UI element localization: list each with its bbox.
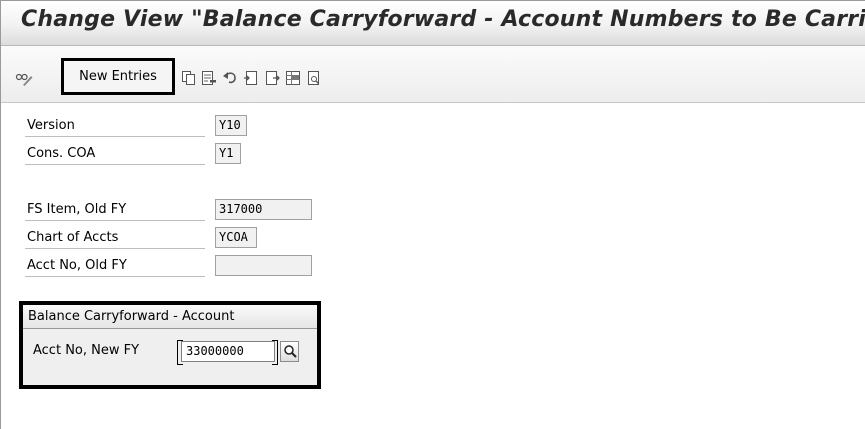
acct-no-old-field[interactable]	[215, 255, 312, 276]
title-bar: Change View "Balance Carryforward - Acco…	[1, 1, 865, 46]
chart-of-accts-label: Chart of Accts	[27, 230, 119, 245]
window-frame: Change View "Balance Carryforward - Acco…	[0, 0, 865, 429]
group-title: Balance Carryforward - Account	[23, 305, 317, 329]
chart-of-accts-field[interactable]: YCOA	[215, 227, 257, 248]
select-all-icon[interactable]	[243, 70, 259, 86]
version-field[interactable]: Y10	[215, 115, 247, 136]
fs-item-underline	[25, 220, 205, 221]
glasses-pencil-icon[interactable]	[15, 70, 33, 86]
chart-of-accts-underline	[25, 248, 205, 249]
search-icon	[284, 345, 297, 358]
cons-coa-underline	[25, 164, 205, 165]
focus-bracket-left	[177, 340, 183, 365]
acct-no-new-input[interactable]: 33000000	[181, 341, 275, 362]
cons-coa-label: Cons. COA	[27, 146, 96, 161]
page-title: Change View "Balance Carryforward - Acco…	[21, 7, 865, 32]
fs-item-label: FS Item, Old FY	[27, 202, 127, 217]
search-help-button[interactable]	[280, 341, 299, 362]
fs-item-field[interactable]: 317000	[215, 199, 312, 220]
acct-no-old-underline	[25, 276, 205, 277]
copy-icon[interactable]	[181, 70, 197, 86]
focus-bracket-right	[272, 340, 278, 365]
deselect-icon[interactable]	[264, 70, 280, 86]
version-underline	[25, 136, 205, 137]
select-block-icon[interactable]	[285, 70, 301, 86]
acct-no-new-label: Acct No, New FY	[33, 343, 140, 358]
delete-icon[interactable]	[201, 70, 217, 86]
balance-carryforward-group: Balance Carryforward - Account Acct No, …	[19, 301, 321, 389]
cons-coa-field[interactable]: Y1	[215, 143, 241, 164]
version-label: Version	[27, 118, 75, 133]
acct-no-old-label: Acct No, Old FY	[27, 258, 127, 273]
new-entries-button[interactable]: New Entries	[61, 58, 175, 95]
undo-icon[interactable]	[222, 70, 238, 86]
print-icon[interactable]	[306, 70, 322, 86]
application-toolbar: New Entries	[1, 46, 865, 103]
